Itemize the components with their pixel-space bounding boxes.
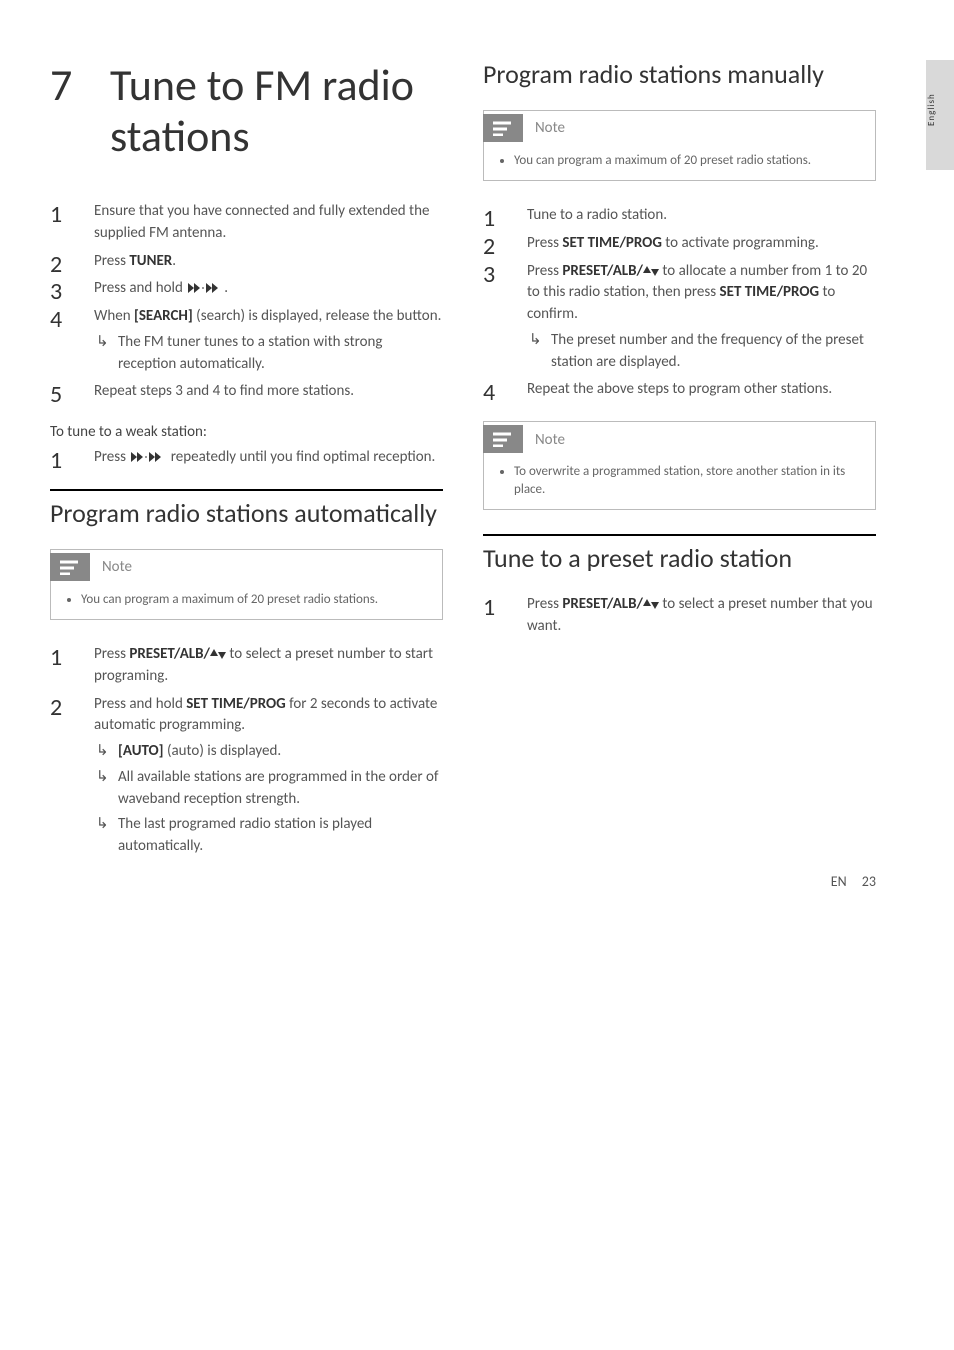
note-icon [483,114,523,142]
preset-heading: Tune to a preset radio station [483,534,876,574]
result-item: The preset number and the frequency of t… [547,330,876,374]
text: Press [527,234,562,252]
step-2: Press TUNER. [50,251,443,273]
result-list: [AUTO] (auto) is displayed. All availabl… [94,741,443,858]
chapter-number: 7 [50,60,110,111]
result-item: All available stations are programmed in… [114,767,443,811]
display-label: [AUTO] [118,742,164,760]
step-3: Press PRESET/ALB/ to allocate a number f… [483,261,876,374]
right-column: Program radio stations manually Note You… [483,60,904,878]
step-1: Ensure that you have connected and fully… [50,201,443,245]
up-down-icon [643,595,659,613]
button-label: SET TIME/PROG [562,234,662,252]
step-1: Press PRESET/ALB/ to select a preset num… [50,644,443,688]
text: Press [527,262,562,280]
button-label: PRESET/ALB/ [129,645,210,663]
note-box: Note To overwrite a programmed station, … [483,421,876,510]
display-label: [SEARCH] [134,307,193,325]
page: English 7 Tune to FM radio stations Ensu… [0,0,954,918]
note-header: Note [484,111,875,146]
text: Press [527,595,562,613]
text: . [172,252,176,270]
language-tab: English [926,60,954,170]
rewind-forward-icon [129,448,167,466]
chapter-heading: 7 Tune to FM radio stations [50,60,443,161]
chapter-title: Tune to FM radio stations [110,60,443,161]
button-label: SET TIME/PROG [720,283,820,301]
note-text: To overwrite a programmed station, store… [514,463,861,499]
step-4: When [SEARCH] (search) is displayed, rel… [50,306,443,375]
footer-lang: EN [831,873,847,890]
step-1: Tune to a radio station. [483,205,876,227]
text: Press [94,645,129,663]
main-steps: Ensure that you have connected and fully… [50,201,443,403]
step-4: Repeat the above steps to program other … [483,379,876,401]
button-label: SET TIME/PROG [186,695,286,713]
note-box: Note You can program a maximum of 20 pre… [50,549,443,620]
note-box: Note You can program a maximum of 20 pre… [483,110,876,181]
auto-program-heading: Program radio stations automatically [50,489,443,529]
auto-steps: Press PRESET/ALB/ to select a preset num… [50,644,443,858]
text: Press [94,252,129,270]
result-item: The last programed radio station is play… [114,814,443,858]
left-column: 7 Tune to FM radio stations Ensure that … [50,60,443,878]
result-item: The FM tuner tunes to a station with str… [114,332,443,376]
result-list: The FM tuner tunes to a station with str… [94,332,443,376]
button-label: PRESET/ALB/ [562,595,643,613]
manual-steps: Tune to a radio station. Press SET TIME/… [483,205,876,401]
page-footer: EN 23 [831,873,876,890]
text: . [224,279,228,297]
note-text: You can program a maximum of 20 preset r… [514,152,861,170]
step-5: Repeat steps 3 and 4 to find more statio… [50,381,443,403]
note-icon [50,553,90,581]
button-label: TUNER [129,252,172,270]
result-list: The preset number and the frequency of t… [527,330,876,374]
up-down-icon [643,262,659,280]
note-body: To overwrite a programmed station, store… [484,457,875,509]
step-1: Press repeatedly until you find optimal … [50,447,443,469]
note-body: You can program a maximum of 20 preset r… [51,585,442,619]
button-label: PRESET/ALB/ [562,262,643,280]
preset-steps: Press PRESET/ALB/ to select a preset num… [483,594,876,638]
up-down-icon [210,645,226,663]
text: When [94,307,134,325]
text: (search) is displayed, release the butto… [193,307,442,325]
note-header: Note [51,550,442,585]
note-label: Note [535,431,565,449]
step-1: Press PRESET/ALB/ to select a preset num… [483,594,876,638]
note-label: Note [535,119,565,137]
page-number: 23 [862,873,876,890]
text: Press and hold [94,695,186,713]
weak-steps: Press repeatedly until you find optimal … [50,447,443,469]
text: repeatedly until you find optimal recept… [167,448,435,466]
text: to activate programming. [662,234,819,252]
result-item: [AUTO] (auto) is displayed. [114,741,443,763]
note-text: You can program a maximum of 20 preset r… [81,591,428,609]
weak-station-heading: To tune to a weak station: [50,423,443,441]
step-3: Press and hold . [50,278,443,300]
note-label: Note [102,558,132,576]
note-header: Note [484,422,875,457]
note-icon [483,425,523,453]
step-2: Press and hold SET TIME/PROG for 2 secon… [50,694,443,858]
step-2: Press SET TIME/PROG to activate programm… [483,233,876,255]
text: Press and hold [94,279,186,297]
manual-program-heading: Program radio stations manually [483,60,876,90]
text: (auto) is displayed. [164,742,282,760]
note-body: You can program a maximum of 20 preset r… [484,146,875,180]
text: Press [94,448,129,466]
rewind-forward-icon [186,279,224,297]
